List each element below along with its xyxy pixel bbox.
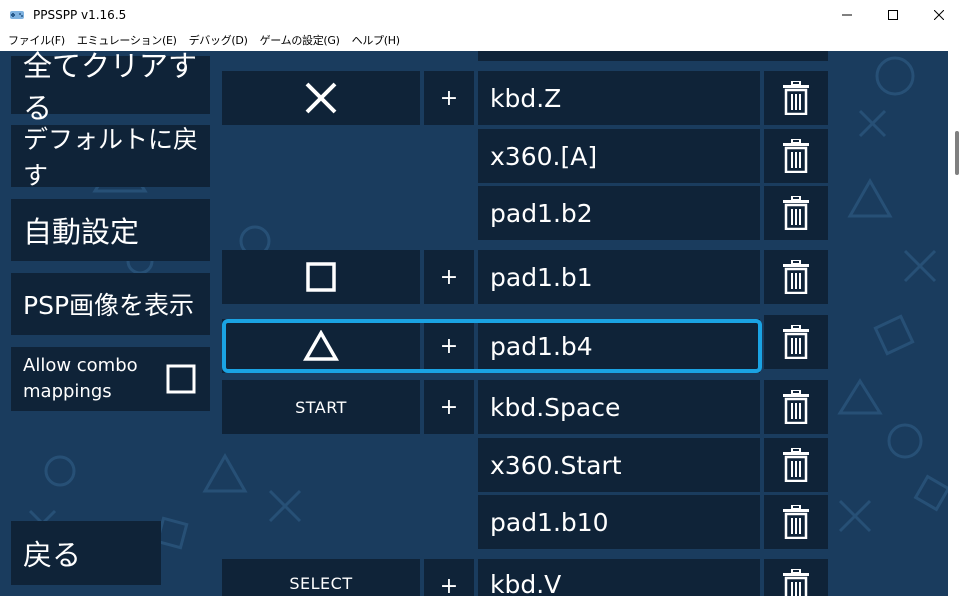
menu-emulation[interactable]: エミュレーション(E): [71, 32, 183, 48]
trash-icon: [783, 390, 809, 424]
reset-default-button[interactable]: デフォルトに戻す: [11, 125, 210, 190]
show-psp-label: PSP画像を表示: [23, 291, 195, 320]
close-button[interactable]: [916, 0, 962, 30]
mapping-label: pad1.b10: [490, 507, 609, 537]
allow-combo-label: Allow combo mappings: [23, 355, 138, 402]
show-psp-button[interactable]: PSP画像を表示: [11, 273, 210, 335]
plus-label: +: [439, 333, 459, 359]
back-button[interactable]: 戻る: [11, 521, 161, 585]
trash-icon: [783, 448, 809, 482]
auto-config-label: 自動設定: [23, 215, 140, 249]
plus-label: +: [439, 264, 459, 290]
mapping-start-0[interactable]: kbd.Space: [478, 380, 760, 434]
delete-start-2-button[interactable]: [764, 495, 828, 549]
mapping-label: kbd.Space: [490, 392, 621, 422]
delete-start-0-button[interactable]: [764, 380, 828, 434]
menu-file[interactable]: ファイル(F): [2, 32, 71, 48]
window-title: PPSSPP v1.16.5: [33, 8, 127, 22]
mapping-label: pad1.b4: [490, 331, 593, 361]
maximize-button[interactable]: [870, 0, 916, 30]
mapping-square-0[interactable]: pad1.b1: [478, 250, 760, 304]
checkbox-icon[interactable]: [166, 364, 196, 394]
mapping-label: x360.[A]: [490, 141, 598, 171]
square-icon: [306, 262, 336, 292]
add-select-mapping-button[interactable]: +: [424, 559, 474, 596]
auto-config-button[interactable]: 自動設定: [11, 199, 210, 261]
menu-debug[interactable]: デバッグ(D): [183, 32, 254, 48]
clear-all-label: 全てクリアする: [23, 51, 198, 125]
allow-combo-toggle[interactable]: Allow combo mappings: [11, 347, 210, 411]
trash-icon: [783, 81, 809, 115]
plus-label: +: [439, 574, 459, 596]
key-select-button[interactable]: SELECT: [222, 559, 420, 596]
mapping-start-1[interactable]: x360.Start: [478, 438, 760, 492]
add-cross-mapping-button[interactable]: +: [424, 71, 474, 125]
trash-icon: [783, 505, 809, 539]
trash-icon: [783, 325, 809, 359]
control-mapping-screen: 全てクリアする デフォルトに戻す 自動設定 PSP画像を表示 Allow com…: [0, 51, 962, 596]
mapping-cross-0[interactable]: kbd.Z: [478, 71, 760, 125]
key-cross-button[interactable]: [222, 71, 420, 125]
scrollbar-thumb[interactable]: [955, 131, 959, 175]
delete-triangle-0-button[interactable]: [764, 315, 828, 369]
mapping-label: pad1.b1: [490, 262, 593, 292]
delete-cross-1-button[interactable]: [764, 129, 828, 183]
reset-default-label: デフォルトに戻す: [23, 125, 199, 190]
menu-game-settings[interactable]: ゲームの設定(G): [254, 32, 346, 48]
plus-label: +: [439, 394, 459, 420]
start-label: START: [295, 397, 347, 417]
trash-icon: [783, 196, 809, 230]
add-square-mapping-button[interactable]: +: [424, 250, 474, 304]
back-label: 戻る: [23, 538, 82, 572]
plus-label: +: [439, 85, 459, 111]
triangle-icon: [303, 330, 339, 361]
delete-square-0-button[interactable]: [764, 250, 828, 304]
trash-icon: [783, 139, 809, 173]
trash-icon: [783, 260, 809, 294]
key-square-button[interactable]: [222, 250, 420, 304]
cross-icon: [305, 82, 337, 114]
title-bar: PPSSPP v1.16.5: [0, 0, 962, 30]
clear-all-button[interactable]: 全てクリアする: [11, 51, 210, 125]
add-start-mapping-button[interactable]: +: [424, 380, 474, 434]
mapping-label: kbd.Z: [490, 83, 562, 113]
delete-cross-2-button[interactable]: [764, 186, 828, 240]
trash-icon: [783, 569, 809, 596]
mapping-cross-2[interactable]: pad1.b2: [478, 186, 760, 240]
add-triangle-mapping-button[interactable]: +: [424, 319, 474, 373]
menu-help[interactable]: ヘルプ(H): [346, 32, 406, 48]
mapping-label: pad1.b2: [490, 198, 593, 228]
delete-cross-0-button[interactable]: [764, 71, 828, 125]
mapping-select-0[interactable]: kbd.V: [478, 559, 760, 596]
menu-bar: ファイル(F) エミュレーション(E) デバッグ(D) ゲームの設定(G) ヘル…: [0, 30, 962, 50]
minimize-button[interactable]: [824, 0, 870, 30]
key-start-button[interactable]: START: [222, 380, 420, 434]
mapping-cell-partial: [478, 51, 828, 61]
mapping-triangle-0[interactable]: pad1.b4: [478, 319, 760, 373]
mapping-cross-1[interactable]: x360.[A]: [478, 129, 760, 183]
close-icon: [934, 10, 944, 20]
maximize-icon: [888, 10, 898, 20]
delete-select-0-button[interactable]: [764, 559, 828, 596]
minimize-icon: [842, 14, 852, 16]
delete-start-1-button[interactable]: [764, 438, 828, 492]
select-label: SELECT: [289, 574, 353, 593]
mapping-start-2[interactable]: pad1.b10: [478, 495, 760, 549]
mapping-label: x360.Start: [490, 450, 622, 480]
key-triangle-button[interactable]: [222, 319, 420, 373]
ppsspp-logo-icon: [10, 11, 24, 19]
mapping-label: kbd.V: [490, 570, 562, 596]
